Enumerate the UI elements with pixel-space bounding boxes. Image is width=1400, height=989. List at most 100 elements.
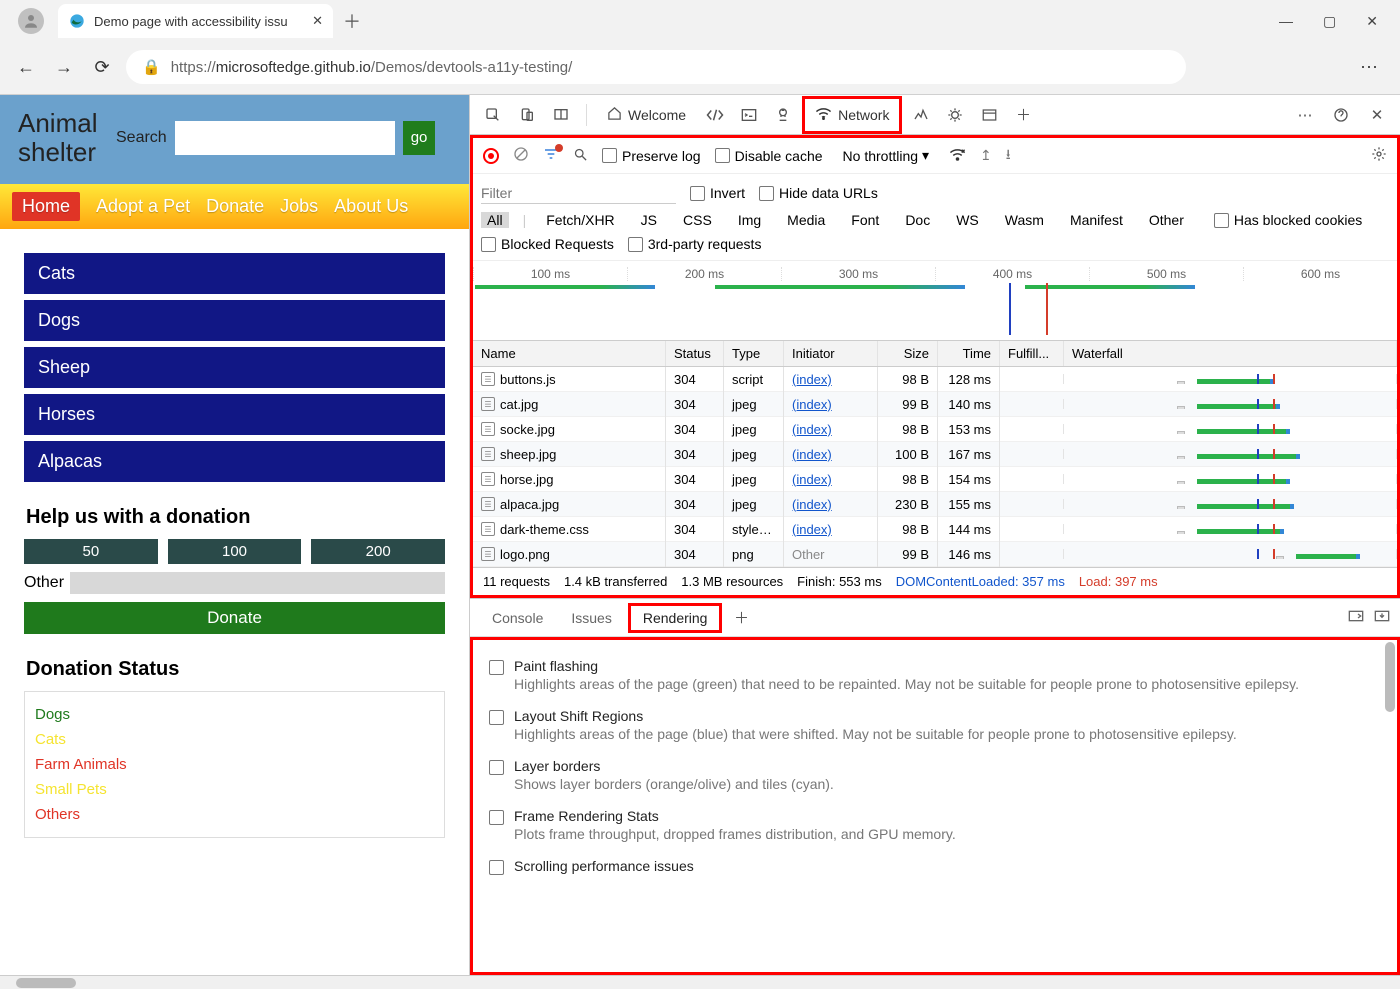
maximize-icon[interactable]: ▢ xyxy=(1323,13,1336,30)
col-initiator[interactable]: Initiator xyxy=(784,341,878,366)
drawer-tab-console[interactable]: Console xyxy=(480,606,555,630)
list-item[interactable]: Horses xyxy=(24,394,445,435)
network-row[interactable]: ☰buttons.js304script(index)98 B128 ms xyxy=(473,367,1397,392)
clear-icon[interactable] xyxy=(513,146,529,165)
col-time[interactable]: Time xyxy=(938,341,1000,366)
rendering-option[interactable]: Paint flashingHighlights areas of the pa… xyxy=(489,650,1381,700)
checkbox[interactable] xyxy=(489,710,504,725)
type-filter-all[interactable]: All xyxy=(481,212,509,228)
record-button[interactable] xyxy=(483,148,499,164)
scrollbar-thumb[interactable] xyxy=(16,978,76,988)
type-filter-media[interactable]: Media xyxy=(781,212,831,228)
search-input[interactable] xyxy=(175,121,395,155)
drawer-tab-issues[interactable]: Issues xyxy=(559,606,623,630)
network-conditions-icon[interactable] xyxy=(949,147,966,164)
throttling-select[interactable]: No throttling ▾ xyxy=(837,145,936,166)
network-row[interactable]: ☰sheep.jpg304jpeg(index)100 B167 ms xyxy=(473,442,1397,467)
type-filter-other[interactable]: Other xyxy=(1143,212,1190,228)
network-settings-icon[interactable] xyxy=(1371,146,1387,165)
elements-icon[interactable] xyxy=(700,100,730,130)
close-window-icon[interactable]: ✕ xyxy=(1366,13,1378,30)
expand-drawer-icon[interactable] xyxy=(1348,609,1364,626)
type-filter-manifest[interactable]: Manifest xyxy=(1064,212,1129,228)
new-tab-button[interactable]: ＋ xyxy=(343,8,361,34)
has-blocked-cookies-checkbox[interactable]: Has blocked cookies xyxy=(1214,212,1362,228)
console-icon[interactable] xyxy=(734,100,764,130)
type-filter-css[interactable]: CSS xyxy=(677,212,718,228)
cell-initiator[interactable]: (index) xyxy=(784,417,878,442)
network-row[interactable]: ☰alpaca.jpg304jpeg(index)230 B155 ms xyxy=(473,492,1397,517)
rendering-option[interactable]: Scrolling performance issues xyxy=(489,850,1381,884)
third-party-checkbox[interactable]: 3rd-party requests xyxy=(628,236,762,252)
nav-about[interactable]: About Us xyxy=(334,196,408,217)
list-item[interactable]: Sheep xyxy=(24,347,445,388)
tab-welcome[interactable]: Welcome xyxy=(597,98,696,132)
close-devtools-icon[interactable]: ✕ xyxy=(1362,100,1392,130)
nav-adopt[interactable]: Adopt a Pet xyxy=(96,196,190,217)
type-filter-js[interactable]: JS xyxy=(635,212,663,228)
cell-initiator[interactable]: (index) xyxy=(784,517,878,542)
network-row[interactable]: ☰dark-theme.css304styles...(index)98 B14… xyxy=(473,517,1397,542)
drawer-tab-rendering[interactable]: Rendering xyxy=(628,603,723,633)
rendering-option[interactable]: Frame Rendering StatsPlots frame through… xyxy=(489,800,1381,850)
application-icon[interactable] xyxy=(974,100,1004,130)
network-timeline[interactable]: 100 ms200 ms300 ms400 ms500 ms600 ms xyxy=(473,261,1397,341)
reload-button[interactable]: ⟳ xyxy=(88,53,116,81)
rendering-option[interactable]: Layout Shift RegionsHighlights areas of … xyxy=(489,700,1381,750)
forward-button[interactable]: → xyxy=(50,53,78,81)
network-row[interactable]: ☰cat.jpg304jpeg(index)99 B140 ms xyxy=(473,392,1397,417)
device-icon[interactable] xyxy=(512,100,542,130)
col-type[interactable]: Type xyxy=(724,341,784,366)
hide-data-urls-checkbox[interactable]: Hide data URLs xyxy=(759,185,878,201)
network-row[interactable]: ☰socke.jpg304jpeg(index)98 B153 ms xyxy=(473,417,1397,442)
browser-tab[interactable]: Demo page with accessibility issu ✕ xyxy=(58,4,333,38)
more-tabs-icon[interactable]: ＋ xyxy=(1008,100,1038,130)
inspect-icon[interactable] xyxy=(478,100,508,130)
nav-jobs[interactable]: Jobs xyxy=(280,196,318,217)
filter-input[interactable] xyxy=(481,182,676,204)
col-size[interactable]: Size xyxy=(878,341,938,366)
close-tab-icon[interactable]: ✕ xyxy=(312,13,323,29)
scrollbar-thumb[interactable] xyxy=(1385,642,1395,712)
disable-cache-checkbox[interactable]: Disable cache xyxy=(715,148,823,164)
performance-icon[interactable] xyxy=(906,100,936,130)
memory-icon[interactable] xyxy=(940,100,970,130)
type-filter-fetchxhr[interactable]: Fetch/XHR xyxy=(540,212,620,228)
dock-drawer-icon[interactable] xyxy=(1374,609,1390,626)
panel-icon[interactable] xyxy=(546,100,576,130)
nav-home[interactable]: Home xyxy=(12,192,80,221)
export-har-icon[interactable]: ⭳ xyxy=(1006,144,1011,168)
go-button[interactable]: go xyxy=(403,121,436,155)
cell-initiator[interactable]: Other xyxy=(784,542,878,567)
url-bar[interactable]: 🔒 https://microsoftedge.github.io/Demos/… xyxy=(126,50,1186,84)
browser-menu-button[interactable]: ⋯ xyxy=(1350,57,1388,78)
list-item[interactable]: Alpacas xyxy=(24,441,445,482)
cell-initiator[interactable]: (index) xyxy=(784,392,878,417)
drawer-more-tabs-icon[interactable]: ＋ xyxy=(726,603,756,633)
col-name[interactable]: Name xyxy=(473,341,666,366)
cell-initiator[interactable]: (index) xyxy=(784,492,878,517)
amount-200[interactable]: 200 xyxy=(311,539,445,564)
back-button[interactable]: ← xyxy=(12,53,40,81)
col-waterfall[interactable]: Waterfall xyxy=(1064,341,1397,366)
filter-toggle-icon[interactable] xyxy=(543,147,559,164)
type-filter-wasm[interactable]: Wasm xyxy=(999,212,1050,228)
cell-initiator[interactable]: (index) xyxy=(784,467,878,492)
checkbox[interactable] xyxy=(489,810,504,825)
type-filter-ws[interactable]: WS xyxy=(950,212,985,228)
import-har-icon[interactable]: ↥ xyxy=(980,147,992,164)
cell-initiator[interactable]: (index) xyxy=(784,442,878,467)
type-filter-img[interactable]: Img xyxy=(732,212,767,228)
other-amount-input[interactable] xyxy=(70,572,445,594)
invert-checkbox[interactable]: Invert xyxy=(690,185,745,201)
network-row[interactable]: ☰horse.jpg304jpeg(index)98 B154 ms xyxy=(473,467,1397,492)
network-row[interactable]: ☰logo.png304pngOther99 B146 ms xyxy=(473,542,1397,567)
search-icon[interactable] xyxy=(573,147,588,165)
amount-100[interactable]: 100 xyxy=(168,539,302,564)
sources-icon[interactable] xyxy=(768,100,798,130)
minimize-icon[interactable]: — xyxy=(1279,13,1293,30)
blocked-requests-checkbox[interactable]: Blocked Requests xyxy=(481,236,614,252)
nav-donate[interactable]: Donate xyxy=(206,196,264,217)
cell-initiator[interactable]: (index) xyxy=(784,367,878,392)
checkbox[interactable] xyxy=(489,860,504,875)
